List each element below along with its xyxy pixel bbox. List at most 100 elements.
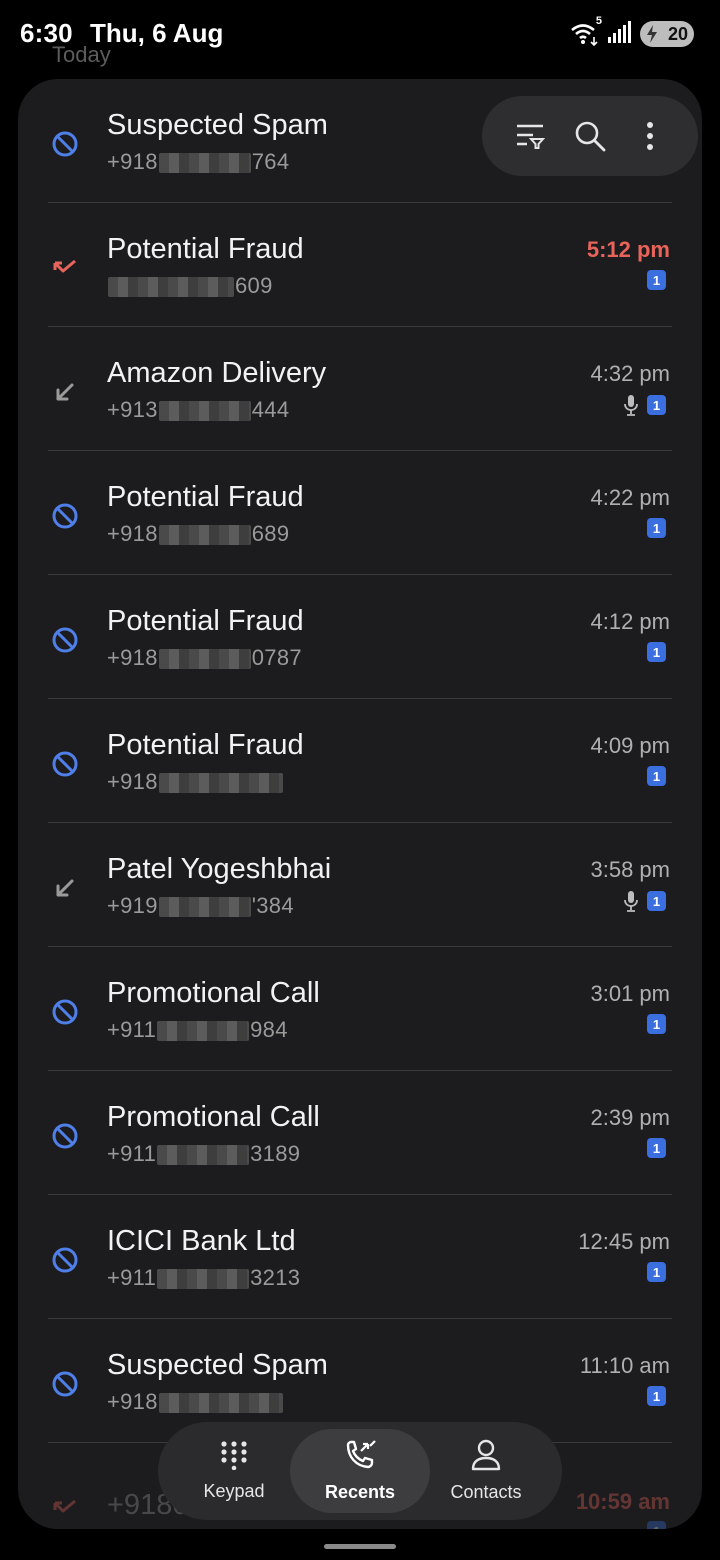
- call-log-row[interactable]: Promotional Call +911 984 3:01 pm 1: [18, 947, 702, 1071]
- blocked-call-icon: [50, 1121, 80, 1151]
- incoming-call-icon: [50, 377, 80, 407]
- charging-icon: [646, 25, 658, 48]
- redacted-digits: [158, 649, 251, 670]
- call-log-row[interactable]: Patel Yogeshbhai +919 '384 3:58 pm 1: [18, 823, 702, 947]
- call-badges: 1: [647, 518, 666, 538]
- call-badges: 1: [647, 270, 666, 290]
- battery-indicator: 20: [640, 21, 694, 47]
- number-prefix: +911: [107, 1017, 157, 1042]
- sim-badge: 1: [647, 1138, 666, 1158]
- call-badges: 1: [647, 766, 666, 786]
- nav-recents[interactable]: Recents: [290, 1429, 430, 1513]
- battery-level: 20: [667, 23, 688, 44]
- blocked-call-icon: [50, 1245, 80, 1275]
- call-time: 4:32 pm: [590, 361, 671, 386]
- caller-number: +918 764: [107, 149, 289, 175]
- sim-badge: 1: [647, 518, 666, 538]
- caller-number: +918 0787: [107, 645, 302, 671]
- number-suffix: 984: [250, 1017, 288, 1042]
- sim-badge: 1: [647, 766, 666, 786]
- number-prefix: +918: [107, 521, 158, 546]
- call-time: 4:12 pm: [590, 609, 671, 634]
- number-suffix: 444: [251, 397, 290, 422]
- sim-badge: 1: [647, 891, 666, 911]
- call-log-row[interactable]: Amazon Delivery +913 444 4:32 pm 1: [18, 327, 702, 451]
- more-vertical-icon[interactable]: [633, 119, 667, 153]
- number-prefix: +918: [107, 1389, 158, 1414]
- nav-contacts-label: Contacts: [450, 1482, 522, 1502]
- nav-recents-label: Recents: [324, 1482, 396, 1502]
- number-suffix: 3189: [250, 1141, 301, 1166]
- missed-call-icon: [50, 253, 80, 283]
- wifi-icon: 5: [570, 15, 602, 47]
- search-icon[interactable]: [573, 119, 607, 153]
- call-log-row[interactable]: Promotional Call +911 3189 2:39 pm 1: [18, 1071, 702, 1195]
- blocked-call-icon: [50, 625, 80, 655]
- call-recording-mic-icon: [623, 890, 639, 912]
- incoming-call-icon: [50, 873, 80, 903]
- contacts-person-icon: [471, 1439, 501, 1476]
- number-prefix: +918: [107, 149, 158, 174]
- caller-number: +918: [107, 769, 284, 795]
- number-suffix: 3213: [250, 1265, 301, 1290]
- call-time: 5:12 pm: [586, 237, 670, 262]
- caller-number: +919 '384: [107, 893, 294, 919]
- caller-number: 609: [107, 273, 273, 299]
- caller-number: +918 689: [107, 521, 289, 547]
- nav-contacts[interactable]: Contacts: [434, 1429, 538, 1513]
- missed-call-icon: [50, 1493, 80, 1523]
- number-suffix: '384: [251, 893, 294, 918]
- home-indicator[interactable]: [324, 1544, 396, 1549]
- caller-name: Promotional Call: [107, 977, 320, 1009]
- call-badges: 1: [647, 1138, 666, 1158]
- call-badges: 1: [647, 1521, 666, 1529]
- filter-icon[interactable]: [513, 119, 547, 153]
- call-log-row[interactable]: Potential Fraud +918 0787 4:12 pm 1: [18, 575, 702, 699]
- sim-badge: 1: [647, 1262, 666, 1282]
- section-label-today: Today: [52, 42, 111, 67]
- call-time: 10:59 am: [575, 1489, 670, 1514]
- number-suffix: 689: [251, 521, 290, 546]
- call-time: 2:39 pm: [590, 1105, 671, 1130]
- caller-name: Potential Fraud: [107, 233, 304, 265]
- number-prefix: +913: [107, 397, 158, 422]
- number-suffix: 609: [235, 273, 273, 298]
- call-badges: 1: [647, 642, 666, 662]
- blocked-call-icon: [50, 749, 80, 779]
- call-time: 12:45 pm: [578, 1229, 670, 1254]
- redacted-digits: [158, 773, 283, 794]
- caller-number: +918: [107, 1389, 284, 1415]
- call-log-list[interactable]: Suspected Spam+9187645:13 pm1Potential F…: [18, 79, 702, 1529]
- call-time: 3:01 pm: [590, 981, 671, 1006]
- call-time: 4:09 pm: [590, 733, 671, 758]
- call-log-row[interactable]: Potential Fraud 609 5:12 pm 1: [18, 203, 702, 327]
- sim-badge: 1: [647, 270, 666, 290]
- redacted-digits: [157, 1145, 250, 1166]
- redacted-digits: [157, 1269, 250, 1290]
- call-badges: 1: [647, 1262, 666, 1282]
- call-badges: 1: [623, 890, 666, 912]
- call-time: 4:22 pm: [590, 485, 671, 510]
- wifi-badge: 5: [595, 15, 602, 27]
- call-log-row[interactable]: Potential Fraud +918 689 4:22 pm 1: [18, 451, 702, 575]
- number-prefix: +918: [107, 769, 158, 794]
- redacted-digits: [158, 897, 251, 918]
- call-log-row[interactable]: ICICI Bank Ltd +911 3213 12:45 pm 1: [18, 1195, 702, 1319]
- keypad-icon: [220, 1440, 248, 1475]
- number-suffix: 0787: [251, 645, 302, 670]
- number-prefix: +911: [107, 1141, 157, 1166]
- call-badges: 1: [623, 394, 666, 416]
- blocked-call-icon: [50, 1369, 80, 1399]
- sim-badge: 1: [647, 1521, 666, 1529]
- redacted-digits: [158, 401, 251, 422]
- redacted-digits: [158, 153, 251, 174]
- caller-number: +911 3189: [107, 1141, 300, 1167]
- blocked-call-icon: [50, 501, 80, 531]
- caller-name: Suspected Spam: [107, 1349, 328, 1381]
- call-log-row[interactable]: Potential Fraud +918 4:09 pm 1: [18, 699, 702, 823]
- caller-name: Patel Yogeshbhai: [107, 853, 332, 885]
- sim-badge: 1: [647, 1014, 666, 1034]
- nav-keypad[interactable]: Keypad: [182, 1429, 286, 1513]
- call-time: 3:58 pm: [590, 857, 671, 882]
- caller-name: Suspected Spam: [107, 109, 328, 141]
